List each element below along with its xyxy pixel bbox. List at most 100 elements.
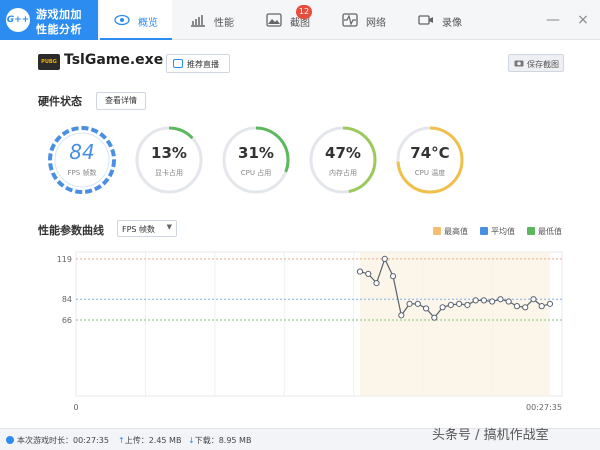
logo-badge: G++ xyxy=(6,8,30,32)
fps-data-point xyxy=(356,268,364,275)
legend-min-swatch xyxy=(527,227,535,235)
legend-avg: 平均值 xyxy=(480,226,515,237)
cpu-temp-label: CPU 温度 xyxy=(414,169,446,177)
session-duration-value: 00:27:35 xyxy=(73,436,109,445)
download-value: 8.95 MB xyxy=(218,436,252,445)
memory-usage-value: 47% xyxy=(325,144,361,162)
fps-data-point xyxy=(422,305,430,312)
upload-label: 上传： xyxy=(124,436,149,445)
fps-data-point xyxy=(489,298,496,305)
fps-data-point xyxy=(447,301,454,309)
session-duration-label: 本次游戏时长： xyxy=(17,436,73,445)
fps-data-point xyxy=(439,304,446,311)
upload-stat: ↑上传：2.45 MB xyxy=(118,435,181,446)
app-logo: G++ 游戏加加 性能分析 xyxy=(0,0,98,40)
fps-chart: 119 84 66 0 00:27:35 xyxy=(57,251,563,412)
live-icon xyxy=(173,59,183,68)
y-tick-label: 84 xyxy=(62,295,72,304)
tab-network-label: 网络 xyxy=(366,18,386,29)
bar-chart-icon xyxy=(191,15,205,27)
cpu-temp-gauge: 74°C CPU 温度 xyxy=(394,124,466,196)
fps-data-point xyxy=(497,296,504,303)
memory-usage-label: 内存占用 xyxy=(329,169,357,177)
tab-recording-label: 录像 xyxy=(442,18,462,29)
fps-data-point xyxy=(530,296,537,303)
game-icon: PUBG xyxy=(38,54,60,70)
fps-data-point xyxy=(406,300,413,307)
fps-data-point xyxy=(389,273,397,280)
tab-performance-label: 性能 xyxy=(214,18,234,29)
fps-data-point xyxy=(373,280,380,287)
legend-min-label: 最低值 xyxy=(538,227,562,236)
download-arrow-icon: ↓ xyxy=(188,436,195,445)
fps-data-point xyxy=(522,304,529,311)
fps-data-point xyxy=(480,297,488,304)
fps-data-point xyxy=(513,303,521,310)
session-duration: 本次游戏时长：00:27:35 xyxy=(6,435,109,446)
recommend-live-label: 推荐直播 xyxy=(187,60,219,69)
video-icon xyxy=(418,15,433,25)
y-tick-label: 66 xyxy=(62,316,72,325)
gpu-usage-gauge: 13% 显卡占用 xyxy=(133,124,205,196)
fps-data-point xyxy=(472,297,479,304)
camera-icon xyxy=(514,60,524,67)
legend-max-label: 最高值 xyxy=(444,227,468,236)
tab-recording[interactable]: 录像 xyxy=(404,0,476,40)
metric-select[interactable]: FPS 帧数 ▼ xyxy=(117,220,177,237)
legend-avg-label: 平均值 xyxy=(491,227,515,236)
top-bar: G++ 游戏加加 性能分析 概览 性能 截图 12 网络 录像 — × xyxy=(0,0,600,40)
fps-data-point xyxy=(398,312,405,319)
tab-overview-label: 概览 xyxy=(138,18,158,29)
save-screenshot-label: 保存截图 xyxy=(527,60,559,69)
download-stat: ↓下载：8.95 MB xyxy=(188,435,251,446)
legend-avg-swatch xyxy=(480,227,488,235)
eye-icon xyxy=(114,14,130,26)
fps-data-point xyxy=(505,298,512,305)
gpu-usage-label: 显卡占用 xyxy=(155,169,183,177)
y-tick-label: 119 xyxy=(57,255,72,264)
fps-data-point xyxy=(414,300,421,307)
legend-max-swatch xyxy=(433,227,441,235)
upload-value: 2.45 MB xyxy=(148,436,182,445)
chart-session-region xyxy=(360,252,550,396)
fps-data-point xyxy=(456,300,463,307)
game-title: TslGame.exe xyxy=(64,52,164,68)
fps-data-point xyxy=(381,255,388,263)
metric-select-value: FPS 帧数 xyxy=(122,225,156,234)
legend-max: 最高值 xyxy=(433,226,468,237)
fps-data-point xyxy=(365,270,372,277)
pulse-icon xyxy=(342,13,358,27)
close-button[interactable]: × xyxy=(568,0,598,40)
fps-data-point xyxy=(538,303,545,310)
view-details-button[interactable]: 查看详情 xyxy=(96,92,146,110)
minimize-button[interactable]: — xyxy=(538,0,568,40)
performance-curve-title: 性能参数曲线 xyxy=(38,224,104,237)
fps-label: FPS 帧数 xyxy=(67,169,97,177)
app-name-line1: 游戏加加 xyxy=(36,8,82,21)
cpu-usage-label: CPU 占用 xyxy=(240,169,272,177)
recommend-live-button[interactable]: 推荐直播 xyxy=(166,54,230,73)
tab-screenshots[interactable]: 截图 12 xyxy=(252,0,324,40)
save-screenshot-button[interactable]: 保存截图 xyxy=(508,54,564,72)
fps-value: 84 xyxy=(69,140,95,164)
download-label: 下载： xyxy=(194,436,219,445)
gpu-usage-value: 13% xyxy=(151,144,187,162)
tab-performance[interactable]: 性能 xyxy=(176,0,248,40)
fps-gauge: 84 FPS 帧数 xyxy=(46,124,118,196)
cpu-usage-gauge: 31% CPU 占用 xyxy=(220,124,292,196)
upload-arrow-icon: ↑ xyxy=(118,436,125,445)
memory-usage-gauge: 47% 内存占用 xyxy=(307,124,379,196)
tab-overview[interactable]: 概览 xyxy=(100,0,172,40)
fps-data-point xyxy=(464,301,471,309)
x-end-label: 00:27:35 xyxy=(526,403,562,412)
tab-network[interactable]: 网络 xyxy=(328,0,400,40)
cpu-temp-value: 74°C xyxy=(410,144,450,162)
x-start-label: 0 xyxy=(73,403,78,412)
fps-data-point xyxy=(546,300,554,307)
chevron-down-icon: ▼ xyxy=(166,223,172,231)
clock-icon xyxy=(6,436,14,444)
legend-min: 最低值 xyxy=(527,226,562,237)
fps-data-point xyxy=(431,314,438,321)
hardware-status-title: 硬件状态 xyxy=(38,95,82,108)
image-icon xyxy=(266,13,282,27)
